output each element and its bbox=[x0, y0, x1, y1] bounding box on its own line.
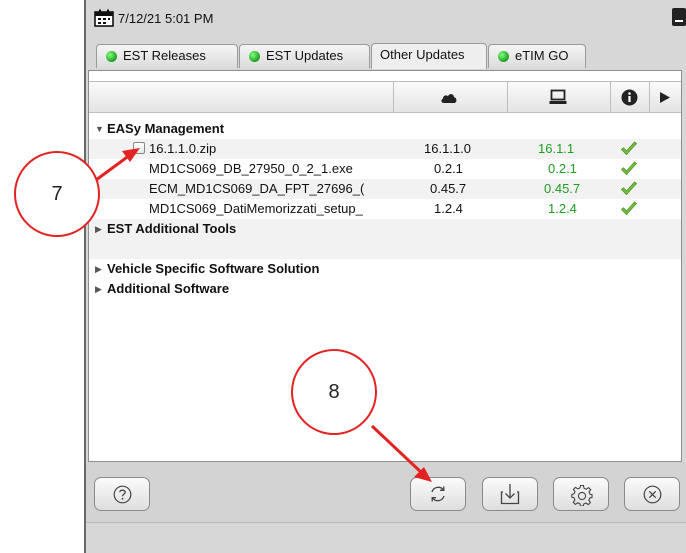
annotation-arrows bbox=[95, 148, 432, 482]
arrow-7 bbox=[95, 153, 131, 182]
callout-7: 7 bbox=[14, 151, 100, 237]
callout-8: 8 bbox=[291, 349, 377, 435]
arrow-8 bbox=[370, 424, 425, 476]
